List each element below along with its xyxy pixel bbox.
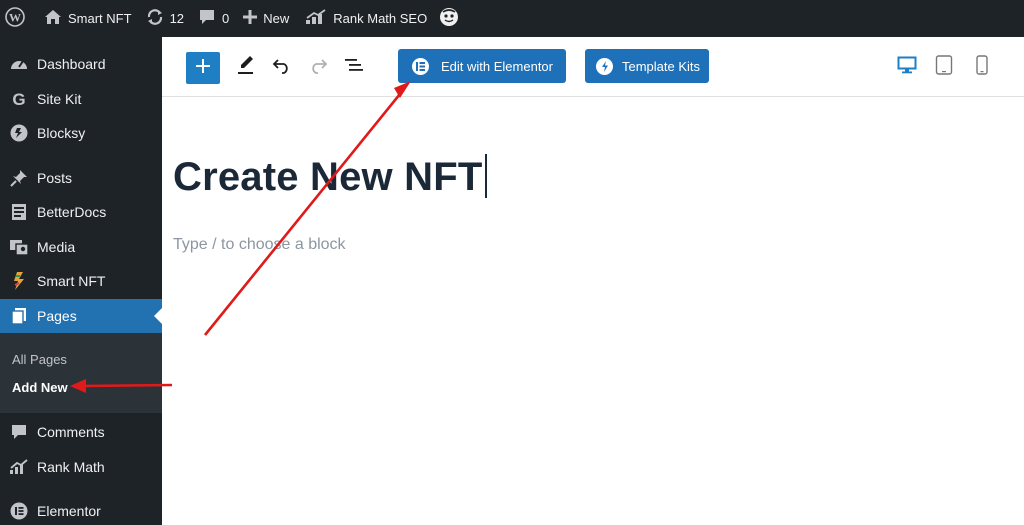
undo-icon bbox=[272, 56, 292, 79]
sidebar-item-label: Media bbox=[37, 238, 76, 255]
sidebar-item-dashboard[interactable]: Dashboard bbox=[0, 47, 162, 82]
desktop-icon bbox=[897, 56, 917, 79]
sidebar-item-betterdocs[interactable]: BetterDocs bbox=[0, 195, 162, 230]
svg-text:W: W bbox=[9, 11, 21, 25]
home-icon bbox=[44, 9, 68, 28]
comment-bubble-icon bbox=[198, 8, 222, 29]
svg-text:G: G bbox=[12, 90, 25, 108]
plus-icon bbox=[243, 10, 263, 27]
sidebar-item-label: Posts bbox=[37, 169, 73, 186]
sidebar-item-label: Comments bbox=[37, 424, 105, 441]
new-content-link[interactable]: New bbox=[243, 0, 305, 37]
list-view-button[interactable] bbox=[340, 53, 368, 81]
sidebar-item-blocksy[interactable]: Blocksy bbox=[0, 116, 162, 151]
pencil-icon bbox=[236, 54, 256, 81]
template-kits-button[interactable]: Template Kits bbox=[585, 49, 709, 83]
sidebar-item-label: Dashboard bbox=[37, 56, 106, 73]
wordpress-logo-button[interactable]: W bbox=[0, 0, 36, 37]
sidebar-item-rank-math[interactable]: Rank Math bbox=[0, 450, 162, 485]
sidebar-item-comments[interactable]: Comments bbox=[0, 415, 162, 450]
redo-icon bbox=[308, 56, 328, 79]
docs-icon bbox=[8, 202, 30, 222]
tools-button[interactable] bbox=[232, 53, 260, 81]
text-caret bbox=[484, 154, 487, 198]
site-name-link[interactable]: Smart NFT bbox=[36, 0, 146, 37]
block-placeholder[interactable]: Type / to choose a block bbox=[173, 236, 346, 254]
updates-icon bbox=[146, 8, 170, 29]
template-kits-icon bbox=[596, 57, 613, 75]
comments-count: 0 bbox=[222, 11, 230, 26]
screen: W Smart NFT 12 0 New Rank Math SEO Dashb… bbox=[0, 0, 1024, 525]
template-kits-label: Template Kits bbox=[622, 58, 701, 74]
dashboard-icon bbox=[8, 54, 30, 74]
sidebar-item-label: Pages bbox=[37, 307, 77, 324]
smart-nft-icon bbox=[8, 271, 30, 291]
mobile-icon bbox=[975, 54, 989, 80]
desktop-preview-button[interactable] bbox=[893, 53, 921, 81]
page-title-input[interactable]: Create New NFT bbox=[173, 154, 487, 200]
edit-with-elementor-button[interactable]: Edit with Elementor bbox=[398, 49, 566, 83]
rank-math-seo-label: Rank Math SEO bbox=[333, 11, 428, 26]
sidebar-item-label: BetterDocs bbox=[37, 204, 107, 221]
sidebar-item-label: Smart NFT bbox=[37, 273, 106, 290]
sidebar-item-label: Blocksy bbox=[37, 125, 86, 142]
comment-icon bbox=[8, 422, 30, 442]
undo-button[interactable] bbox=[268, 53, 296, 81]
sidebar-item-smart-nft[interactable]: Smart NFT bbox=[0, 264, 162, 299]
rank-math-seo-link[interactable]: Rank Math SEO bbox=[305, 0, 439, 37]
media-icon bbox=[8, 237, 30, 257]
new-label: New bbox=[263, 11, 290, 26]
editor-canvas: Create New NFT Type / to choose a block bbox=[162, 98, 1024, 525]
page-title-text: Create New NFT bbox=[173, 155, 483, 199]
site-kit-icon: G bbox=[8, 89, 30, 109]
tablet-preview-button[interactable] bbox=[930, 53, 958, 81]
updates-count: 12 bbox=[169, 11, 185, 26]
elementor-icon bbox=[412, 57, 429, 75]
admin-bar: W Smart NFT 12 0 New Rank Math SEO bbox=[0, 0, 1024, 37]
editor-toolbar: Edit with Elementor Template Kits bbox=[162, 37, 1024, 97]
sidebar-item-elementor[interactable]: Elementor bbox=[0, 494, 162, 525]
add-block-button[interactable] bbox=[186, 52, 220, 84]
rank-math-icon bbox=[305, 9, 333, 28]
sidebar-item-posts[interactable]: Posts bbox=[0, 161, 162, 196]
tablet-icon bbox=[935, 54, 953, 80]
avatar-icon bbox=[439, 7, 465, 30]
elementor-icon bbox=[8, 501, 30, 521]
redo-button[interactable] bbox=[304, 53, 332, 81]
site-name: Smart NFT bbox=[68, 11, 132, 26]
plus-icon bbox=[195, 58, 211, 79]
mobile-preview-button[interactable] bbox=[968, 53, 996, 81]
comments-link[interactable]: 0 bbox=[198, 0, 243, 37]
edit-with-elementor-label: Edit with Elementor bbox=[441, 58, 553, 74]
updates-link[interactable]: 12 bbox=[146, 0, 198, 37]
sidebar-item-pages[interactable]: Pages bbox=[0, 298, 162, 333]
admin-sidebar: Dashboard G Site Kit Blocksy Posts Bette… bbox=[0, 37, 162, 525]
user-avatar-button[interactable] bbox=[439, 0, 465, 37]
pages-icon bbox=[8, 306, 30, 326]
list-view-icon bbox=[344, 56, 364, 79]
sidebar-item-media[interactable]: Media bbox=[0, 230, 162, 265]
sidebar-item-site-kit[interactable]: G Site Kit bbox=[0, 82, 162, 117]
pages-submenu: All Pages Add New bbox=[0, 333, 162, 413]
wordpress-logo-icon: W bbox=[5, 7, 31, 30]
sidebar-item-label: Elementor bbox=[37, 503, 101, 520]
pin-icon bbox=[8, 168, 30, 188]
submenu-item-add-new[interactable]: Add New bbox=[0, 373, 162, 401]
submenu-item-all-pages[interactable]: All Pages bbox=[0, 345, 162, 373]
blocksy-icon bbox=[8, 123, 30, 143]
rank-math-icon bbox=[8, 457, 30, 477]
sidebar-item-label: Site Kit bbox=[37, 90, 82, 107]
sidebar-item-label: Rank Math bbox=[37, 458, 105, 475]
